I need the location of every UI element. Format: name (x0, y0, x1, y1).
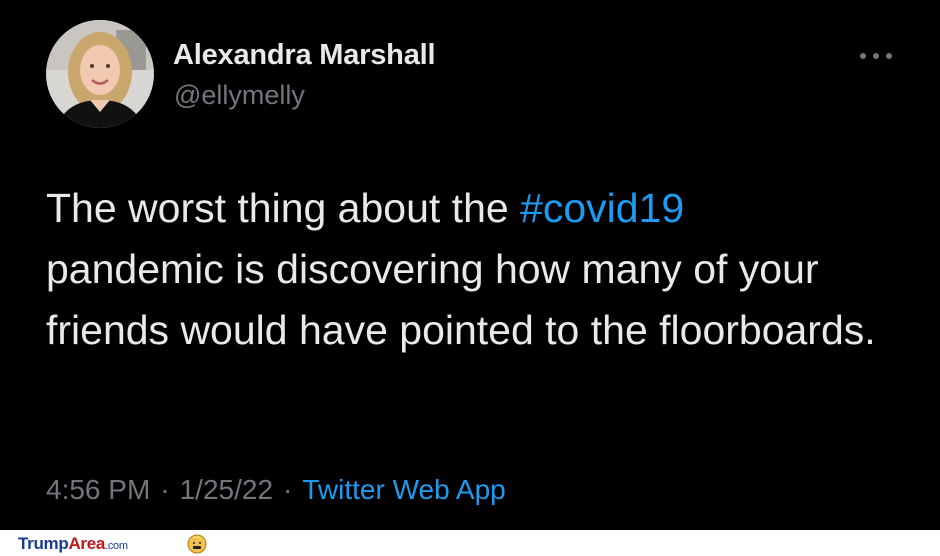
tweet-date[interactable]: 1/25/22 (180, 474, 273, 505)
tweet-time[interactable]: 4:56 PM (46, 474, 150, 505)
profile-photo-icon (46, 20, 154, 128)
author-handle[interactable]: @ellymelly (174, 80, 305, 111)
more-dot (886, 53, 892, 59)
trump-face-icon (187, 534, 207, 554)
watermark-bar: TrumpArea.com (0, 530, 940, 556)
tweet-source-link[interactable]: Twitter Web App (302, 474, 505, 505)
tweet-card: Alexandra Marshall @ellymelly The worst … (0, 0, 940, 530)
more-options-icon[interactable] (856, 44, 896, 68)
hashtag-link[interactable]: #covid19 (520, 185, 684, 231)
separator: · (160, 474, 170, 505)
more-dot (873, 53, 879, 59)
watermark-part3: .com (105, 540, 128, 552)
more-dot (860, 53, 866, 59)
watermark-logo: TrumpArea.com (18, 534, 128, 554)
tweet-text-rest: pandemic is discovering how many of your… (46, 246, 876, 353)
separator: · (283, 474, 293, 505)
tweet-text-start: The worst thing about the (46, 185, 521, 231)
tweet-metadata: 4:56 PM · 1/25/22 · Twitter Web App (46, 474, 506, 506)
tweet-text: The worst thing about the #covid19 pande… (46, 178, 906, 361)
avatar[interactable] (46, 20, 154, 128)
watermark-part2: Area (68, 534, 106, 553)
watermark-part1: Trump (18, 534, 69, 553)
author-name[interactable]: Alexandra Marshall (173, 39, 436, 72)
